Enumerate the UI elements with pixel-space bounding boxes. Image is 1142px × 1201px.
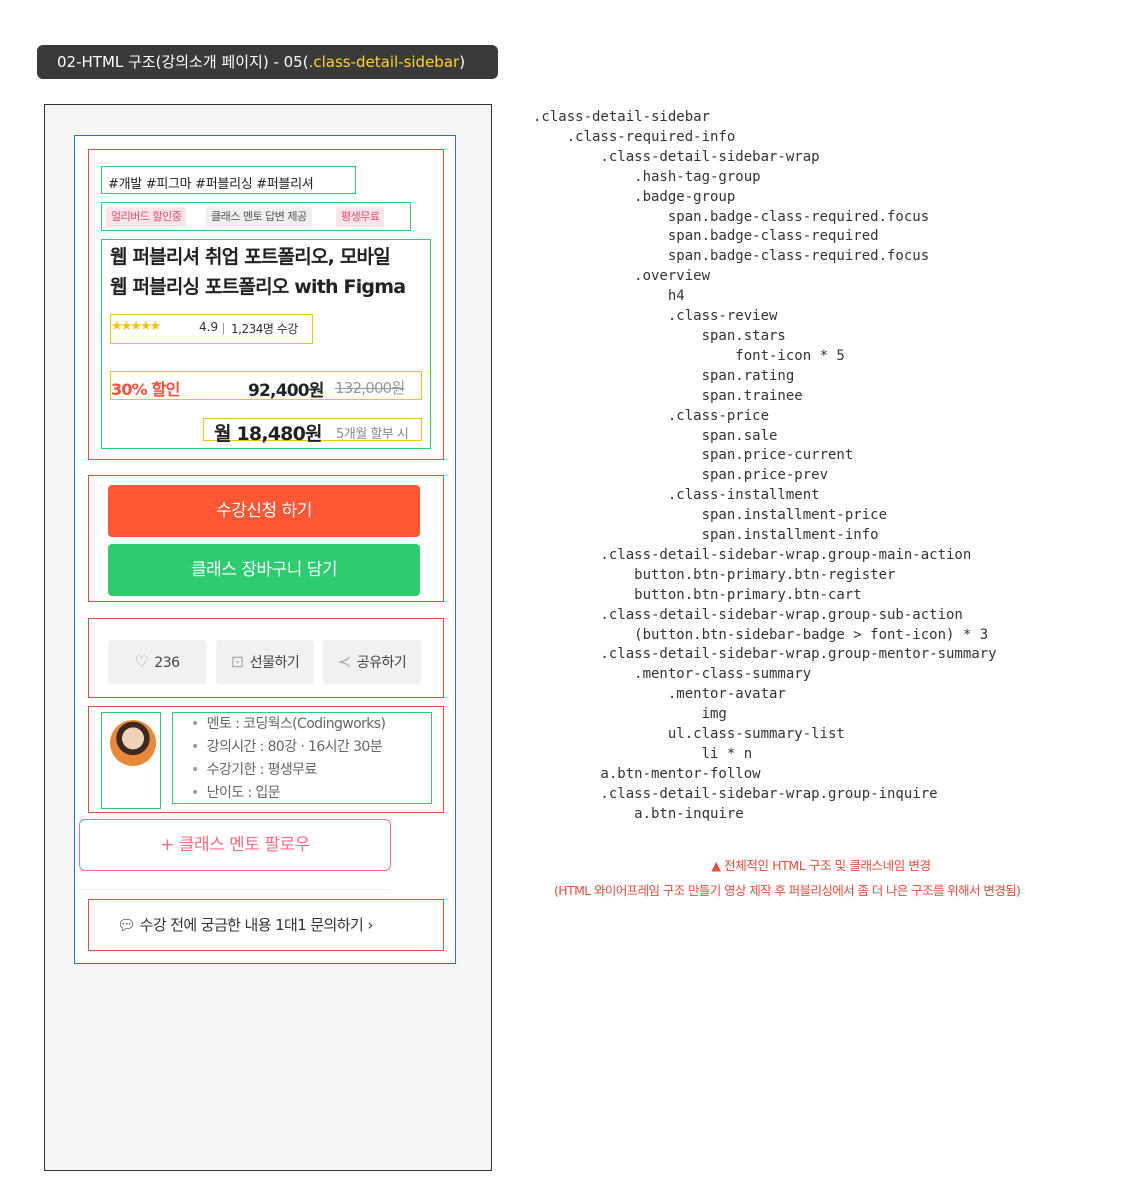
divider [79, 889, 391, 890]
heart-icon: ♡ [134, 652, 149, 671]
change-note-detail: (HTML 와이어프레임 구조 만들기 영상 제작 후 퍼블리싱에서 좀 더 나… [554, 883, 1021, 898]
stars-icon: ★★★★★ [111, 319, 161, 334]
badge-group: 얼리버드 할인중 클래스 멘토 답변 제공 평생무료 [101, 202, 411, 231]
title-highlight: .class-detail-sidebar [308, 53, 460, 71]
group-sub-action: ♡ 236 ⊡ 선물하기 ≺ 공유하기 [88, 618, 444, 698]
course-title-line1: 웹 퍼블리셔 취업 포트폴리오, 모바일 [110, 246, 391, 268]
inquire-button[interactable]: 💬︎ 수강 전에 궁금한 내용 1대1 문의하기 › [117, 914, 373, 935]
gift-button[interactable]: ⊡ 선물하기 [216, 640, 314, 684]
plus-icon: + [160, 835, 174, 855]
share-label: 공유하기 [356, 655, 407, 671]
overview: 웹 퍼블리셔 취업 포트폴리오, 모바일 웹 퍼블리싱 포트폴리오 with F… [101, 239, 431, 449]
gift-label: 선물하기 [249, 655, 300, 671]
page-title: 02-HTML 구조(강의소개 페이지) - 05(.class-detail-… [37, 45, 498, 79]
avatar [110, 720, 156, 766]
share-icon: ≺ [337, 652, 351, 671]
group-mentor-summary: 멘토 : 코딩웍스(Codingworks) 강의시간 : 80강 · 16시간… [88, 706, 444, 813]
hash-tags: #개발 #피그마 #퍼블리싱 #퍼블리셔 [108, 177, 314, 192]
class-price: 30% 할인 92,400원 132,000원 [110, 371, 422, 401]
hash-tag-group: #개발 #피그마 #퍼블리싱 #퍼블리셔 [101, 166, 356, 194]
group-inquire: 💬︎ 수강 전에 궁금한 내용 1대1 문의하기 › [88, 899, 444, 951]
list-item: 수강기한 : 평생무료 [191, 759, 385, 782]
rating: 4.9 [199, 320, 219, 334]
price-prev: 132,000원 [335, 379, 405, 397]
class-required-info: #개발 #피그마 #퍼블리싱 #퍼블리셔 얼리버드 할인중 클래스 멘토 답변 … [88, 149, 444, 460]
badge-mentor-answer: 클래스 멘토 답변 제공 [206, 207, 312, 227]
register-button[interactable]: 수강신청 하기 [108, 485, 420, 537]
installment-info: 5개월 할부 시 [336, 427, 409, 442]
installment-price: 월 18,480원 [214, 423, 323, 445]
like-count: 236 [154, 655, 180, 671]
badge-lifetime-free: 평생무료 [336, 207, 385, 227]
sale-label: 30% 할인 [111, 380, 180, 399]
class-installment: 월 18,480원 5개월 할부 시 [203, 418, 422, 445]
price-current: 92,400원 [248, 381, 324, 401]
group-main-action: 수강신청 하기 클래스 장바구니 담기 [88, 475, 444, 602]
follow-label: 클래스 멘토 팔로우 [178, 835, 310, 855]
course-title: 웹 퍼블리셔 취업 포트폴리오, 모바일 웹 퍼블리싱 포트폴리오 with F… [110, 242, 430, 302]
gift-icon: ⊡ [230, 652, 244, 671]
change-note-title: ▲ 전체적인 HTML 구조 및 클래스네임 변경 [711, 858, 931, 873]
mentor-class-summary: 멘토 : 코딩웍스(Codingworks) 강의시간 : 80강 · 16시간… [172, 712, 432, 804]
chevron-right-icon: › [367, 916, 373, 934]
share-button[interactable]: ≺ 공유하기 [323, 640, 421, 684]
course-title-line2: 웹 퍼블리싱 포트폴리오 with Figma [110, 276, 406, 298]
like-button[interactable]: ♡ 236 [108, 640, 206, 684]
badge-early-bird: 얼리버드 할인중 [106, 207, 187, 227]
list-item: 강의시간 : 80강 · 16시간 30분 [191, 736, 385, 759]
class-summary-list: 멘토 : 코딩웍스(Codingworks) 강의시간 : 80강 · 16시간… [191, 713, 386, 803]
html-structure-tree: .class-detail-sidebar .class-required-in… [533, 109, 997, 822]
trainee-count: 1,234명 수강 [231, 322, 298, 336]
mentor-avatar [101, 712, 161, 809]
wireframe-frame: #개발 #피그마 #퍼블리싱 #퍼블리셔 얼리버드 할인중 클래스 멘토 답변 … [44, 104, 492, 1171]
title-prefix: 02-HTML 구조(강의소개 페이지) - 05( [57, 53, 309, 71]
title-suffix: ) [459, 53, 466, 71]
add-to-cart-button[interactable]: 클래스 장바구니 담기 [108, 544, 420, 596]
list-item: 난이도 : 입문 [191, 782, 385, 803]
class-review: ★★★★★ 4.9 1,234명 수강 [110, 314, 313, 344]
divider [223, 323, 224, 334]
list-item: 멘토 : 코딩웍스(Codingworks) [191, 713, 386, 736]
inquire-label: 수강 전에 궁금한 내용 1대1 문의하기 [139, 916, 364, 934]
chat-icon: 💬︎ [117, 916, 136, 934]
